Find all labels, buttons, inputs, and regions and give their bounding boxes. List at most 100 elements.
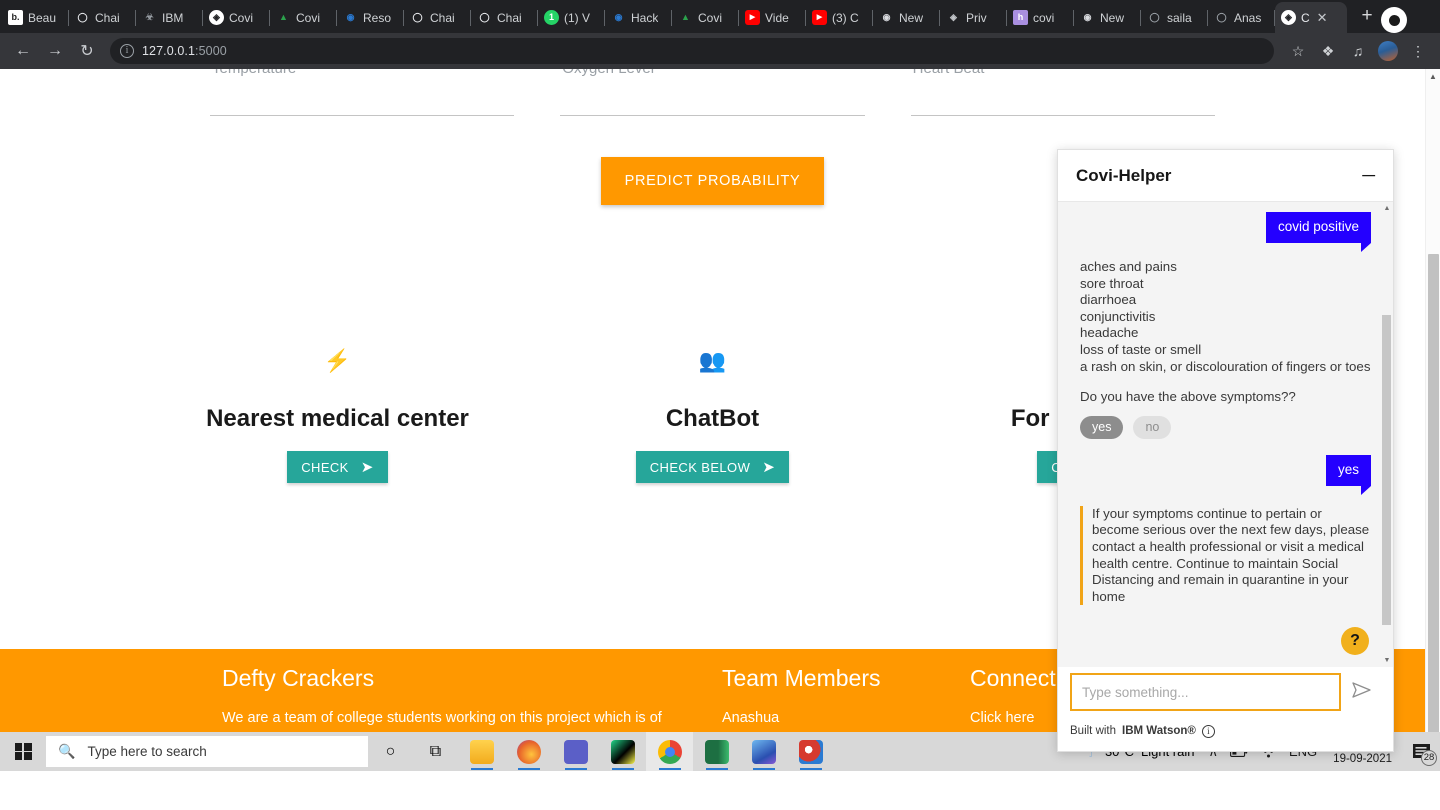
browser-tab[interactable]: ◯ Chai <box>69 2 136 33</box>
tab-title: covi <box>1033 10 1055 25</box>
site-info-icon[interactable]: i <box>120 44 134 58</box>
chat-header: Covi-Helper ─ <box>1058 150 1393 202</box>
taskbar-app-microsoft-teams[interactable] <box>552 732 599 771</box>
scroll-up-icon[interactable]: ▲ <box>1426 69 1440 84</box>
chat-scroll-down-icon[interactable]: ▼ <box>1381 654 1393 667</box>
chat-scroll-up-icon[interactable]: ▲ <box>1381 202 1393 215</box>
chat-footer: Built with IBM Watson® i <box>1058 717 1393 751</box>
choice-yes[interactable]: yes <box>1080 415 1124 439</box>
blue-doc-icon: ◉ <box>346 12 355 22</box>
browser-tab[interactable]: 1 (1) V <box>538 2 605 33</box>
browser-tab[interactable]: ◉ Reso <box>337 2 404 33</box>
chat-scrollbar[interactable]: ▲ ▼ <box>1381 202 1393 667</box>
help-icon[interactable]: ? <box>1341 627 1369 655</box>
browser-tab[interactable]: ◯ Anas <box>1208 2 1275 33</box>
whatsapp-icon: 1 <box>544 10 559 25</box>
forward-icon[interactable]: → <box>40 36 70 66</box>
temperature-field[interactable]: Temperature <box>210 69 515 125</box>
avatar[interactable] <box>1378 41 1398 61</box>
browser-tab[interactable]: ◈ Priv <box>940 2 1007 33</box>
file-explorer-icon <box>469 739 494 764</box>
taskbar-app-pycharm[interactable] <box>599 732 646 771</box>
reload-icon[interactable]: ↻ <box>72 36 102 66</box>
new-tab-button[interactable]: + <box>1353 3 1381 31</box>
chat-scrollbar-thumb[interactable] <box>1382 315 1391 625</box>
browser-tab[interactable]: ◉ New <box>1074 2 1141 33</box>
message-bubble: yes <box>1325 454 1372 495</box>
bookmark-star-icon[interactable]: ☆ <box>1284 37 1312 65</box>
taskbar-app-snipping-tool[interactable] <box>787 732 834 771</box>
chat-message-bot: aches and pains sore throat diarrhoea co… <box>1080 259 1371 375</box>
taskbar-app-microsoft-excel[interactable] <box>693 732 740 771</box>
running-indicator <box>611 767 634 770</box>
field-label: Temperature <box>212 69 296 77</box>
tab-title: Beau <box>28 10 57 25</box>
footer-team-heading: Team Members <box>722 665 881 691</box>
check-below-button-chatbot[interactable]: CHECK BELOW ➤ <box>635 451 790 483</box>
browser-tab[interactable]: ▶ Vide <box>739 2 806 33</box>
back-icon[interactable]: ← <box>8 36 38 66</box>
browser-tab[interactable]: ▶ (3) C <box>806 2 873 33</box>
tab-title: saila <box>1167 10 1192 25</box>
extensions-icon[interactable]: ❖ <box>1314 37 1342 65</box>
task-view-icon[interactable]: ⧉ <box>413 732 458 771</box>
browser-tab[interactable]: ▲ Covi <box>270 2 337 33</box>
predict-probability-button[interactable]: PREDICT PROBABILITY <box>600 157 825 205</box>
browser-tab[interactable]: ▲ Covi <box>672 2 739 33</box>
pycharm-icon <box>610 739 635 764</box>
address-bar[interactable]: i 127.0.0.1:5000 <box>110 38 1274 64</box>
oxygen-level-field[interactable]: Oxygen Level <box>560 69 865 125</box>
chrome-icon <box>657 739 682 764</box>
browser-tab[interactable]: ◉ Hack <box>605 2 672 33</box>
send-arrow-glyph <box>1352 681 1371 698</box>
media-control-icon[interactable]: ♫ <box>1344 37 1372 65</box>
chrome-icon: ◉ <box>1083 12 1092 22</box>
close-icon[interactable]: ✕ <box>1317 10 1328 26</box>
taskbar-app-photos[interactable] <box>740 732 787 771</box>
tab-title: Hack <box>631 10 659 25</box>
tab-title: Chai <box>95 10 120 25</box>
address-bar-url: 127.0.0.1:5000 <box>142 44 227 58</box>
browser-menu-icon[interactable]: ⋮ <box>1404 37 1432 65</box>
cortana-icon[interactable]: ○ <box>368 732 413 771</box>
taskbar-app-file-explorer[interactable] <box>458 732 505 771</box>
taskbar-search[interactable]: 🔍 Type here to search <box>46 736 368 767</box>
tab-title: Vide <box>765 10 789 25</box>
start-button[interactable] <box>0 732 46 771</box>
tab-title: C <box>1301 10 1310 25</box>
message-text: Do you have the above symptoms?? <box>1080 389 1296 405</box>
chat-title: Covi-Helper <box>1076 165 1172 185</box>
browser-tab-active[interactable]: ◈ C ✕ <box>1275 2 1347 33</box>
info-icon[interactable]: i <box>1201 724 1215 738</box>
notification-center-button[interactable]: 28 <box>1402 732 1440 771</box>
browser-tab[interactable]: ◯ saila <box>1141 2 1208 33</box>
taskbar-app-google-chrome[interactable] <box>646 732 693 771</box>
chat-input[interactable] <box>1070 673 1341 711</box>
snipping-tool-icon <box>798 739 823 764</box>
tab-title: Covi <box>296 10 321 25</box>
browser-tab[interactable]: ◯ Chai <box>404 2 471 33</box>
browser-tab[interactable]: ◯ Chai <box>471 2 538 33</box>
blue-doc-icon: ◉ <box>614 12 623 22</box>
choice-no[interactable]: no <box>1133 415 1172 439</box>
browser-tab[interactable]: h covi <box>1007 2 1074 33</box>
browser-tab[interactable]: ◉ New <box>873 2 940 33</box>
scrollbar-thumb[interactable] <box>1428 254 1439 754</box>
check-button-medical-center[interactable]: CHECK ➤ <box>287 451 388 483</box>
firefox-icon <box>516 739 541 764</box>
send-icon[interactable] <box>1341 681 1383 703</box>
window-profile-icon[interactable] <box>1381 7 1407 33</box>
heart-beat-field[interactable]: Heart Beat <box>910 69 1215 125</box>
minimize-icon[interactable]: ─ <box>1362 165 1375 186</box>
browser-tab[interactable]: ◈ Covi <box>203 2 270 33</box>
covi-helper-chat-widget: Covi-Helper ─ covid positive aches and p… <box>1057 149 1394 752</box>
tab-title: (3) C <box>832 10 859 25</box>
browser-tab[interactable]: b. Beau <box>2 2 69 33</box>
page-scrollbar[interactable]: ▲ ▼ <box>1425 69 1440 771</box>
github-icon: ◯ <box>1216 12 1227 22</box>
tab-title: (1) V <box>564 10 591 25</box>
minimize-icon[interactable]: ─ <box>1425 2 1440 33</box>
card-title: Nearest medical center <box>206 405 469 432</box>
taskbar-app-firefox[interactable] <box>505 732 552 771</box>
browser-tab[interactable]: ☣ IBM <box>136 2 203 33</box>
